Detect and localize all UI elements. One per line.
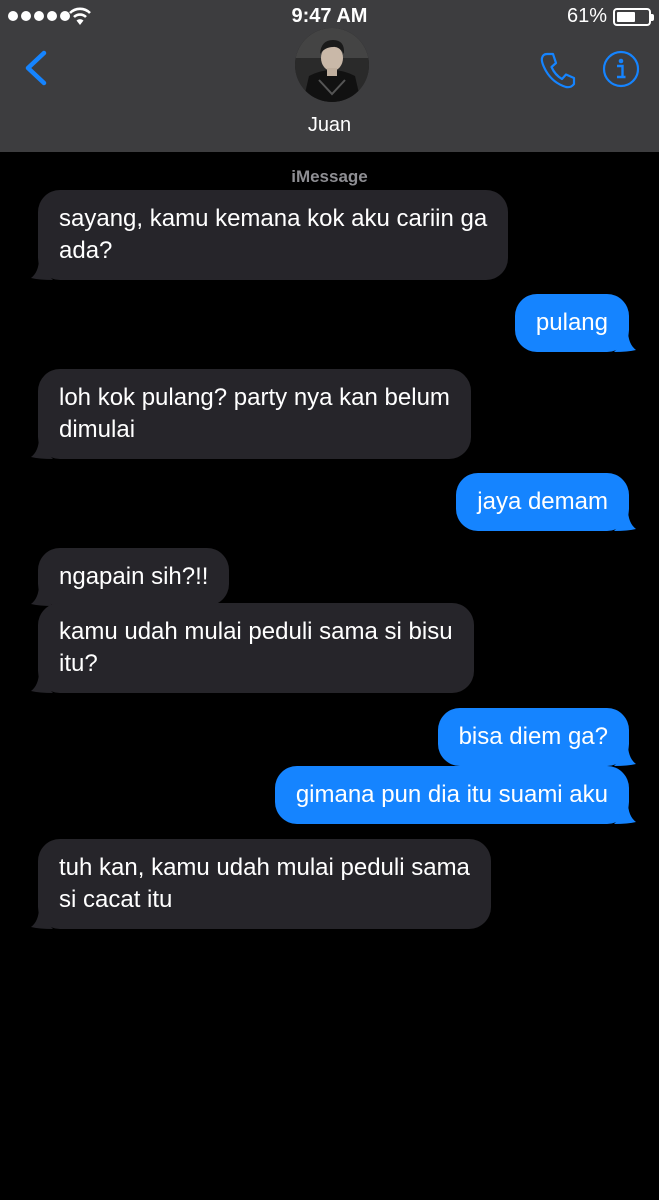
outgoing-message-bubble[interactable]: bisa diem ga? [437,708,636,766]
back-button[interactable] [22,50,50,86]
imessage-label: iMessage [291,167,368,186]
message-text-line: itu? [59,650,98,677]
message-text-line: bisa diem ga? [458,723,608,750]
message-text-line: kamu udah mulai peduli sama si bisu [59,618,453,645]
outgoing-message-bubble[interactable]: gimana pun dia itu suami aku [274,766,636,824]
contact-name[interactable]: Juan [0,114,659,137]
bubble-tail [31,584,53,606]
message-text-line: loh kok pulang? party nya kan belum [59,384,450,411]
message-text-line: gimana pun dia itu suami aku [295,781,608,808]
message-text-line: jaya demam [477,488,608,515]
message-text-line: si cacat itu [59,886,173,913]
message-text-line: dimulai [59,416,136,443]
outgoing-message-bubble[interactable]: jaya demam [456,473,636,531]
incoming-message-bubble[interactable]: loh kok pulang? party nya kan belum dimul… [31,369,471,459]
outgoing-message-bubble[interactable]: pulang [514,294,636,352]
bubble-tail [614,744,636,766]
bubble-tail [614,330,636,352]
bubble-tail [31,258,53,280]
message-text-line: ada? [59,237,113,264]
message-text-line: ngapain sih?!! [59,563,209,590]
bubble-tail [614,509,636,531]
bubble-tail [614,802,636,824]
contact-avatar[interactable] [295,28,369,102]
incoming-message-bubble[interactable]: kamu udah mulai peduli sama si bisu itu? [31,603,474,693]
incoming-message-bubble[interactable]: ngapain sih?!! [31,548,230,606]
message-text-line: pulang [535,309,608,336]
battery-percentage: 61% [566,5,607,27]
call-button[interactable] [538,50,576,90]
status-time: 9:47 AM [291,5,368,27]
conversation-header: 9:47 AM 61% Juan [0,0,659,152]
bubble-tail [31,671,53,693]
message-text-line: sayang, kamu kemana kok aku cariin ga [59,205,488,232]
info-button[interactable] [602,50,640,88]
message-text-line: tuh kan, kamu udah mulai peduli sama [59,854,470,881]
bubble-tail [31,437,53,459]
incoming-message-bubble[interactable]: sayang, kamu kemana kok aku cariin ga ada… [31,190,509,280]
battery-icon [613,8,654,26]
incoming-message-bubble[interactable]: tuh kan, kamu udah mulai peduli sama si c… [31,839,491,929]
bubble-tail [31,907,53,929]
